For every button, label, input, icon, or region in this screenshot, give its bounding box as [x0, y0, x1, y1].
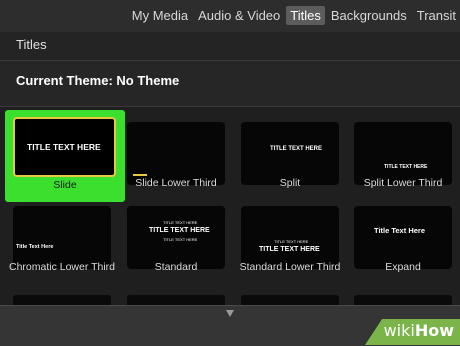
thumb-text: TITLE TEXT HERE	[384, 164, 428, 170]
thumb-subtext: TITLE TEXT HERE	[274, 239, 309, 244]
tile-caption: Split Lower Third	[363, 177, 443, 189]
tile-thumbnail: TITLE TEXT HERE	[354, 122, 452, 185]
tile-caption: Expand	[385, 261, 421, 273]
title-tile-partial[interactable]	[13, 295, 111, 305]
tab-audio-video[interactable]: Audio & Video	[194, 6, 284, 25]
library-tab-bar: My Media Audio & Video Titles Background…	[0, 0, 460, 32]
tab-titles[interactable]: Titles	[286, 6, 325, 25]
tab-my-media[interactable]: My Media	[128, 6, 192, 25]
thumb-text: Title Text Here	[374, 226, 425, 235]
section-title: Titles	[16, 37, 47, 52]
tile-caption: Standard	[154, 261, 198, 273]
title-tile-partial[interactable]	[354, 295, 452, 305]
tile-thumbnail	[127, 122, 225, 185]
tile-caption: Standard Lower Third	[239, 261, 341, 273]
thumb-subtext: TITLE TEXT HERE	[163, 237, 198, 242]
tile-caption: Chromatic Lower Third	[8, 261, 115, 273]
title-tile-partial[interactable]	[127, 295, 225, 305]
tile-caption: Split	[279, 177, 301, 189]
thumb-text: TITLE TEXT HERE	[27, 142, 101, 152]
lower-third-accent	[133, 174, 147, 176]
thumb-text: Title Text Here	[16, 244, 54, 250]
thumb-text: TITLE TEXT HERE	[149, 227, 210, 234]
tile-caption: Slide Lower Third	[135, 177, 217, 189]
tile-thumbnail: TITLE TEXT HERE TITLE TEXT HERE	[241, 206, 339, 269]
title-tile-slide[interactable]: TITLE TEXT HERE	[13, 117, 116, 177]
title-tile-partial[interactable]	[241, 295, 339, 305]
current-theme-label: Current Theme: No Theme	[16, 73, 180, 88]
playhead-icon[interactable]	[226, 310, 234, 317]
tab-list: My Media Audio & Video Titles Background…	[126, 6, 460, 25]
tab-backgrounds[interactable]: Backgrounds	[327, 6, 411, 25]
watermark-text: wikiHow	[383, 321, 454, 340]
thumb-subtext: TITLE TEXT HERE	[163, 220, 198, 225]
thumb-text: TITLE TEXT HERE	[259, 246, 320, 253]
thumb-text: TITLE TEXT HERE	[270, 146, 323, 152]
tile-thumbnail: TITLE TEXT HERE	[241, 122, 339, 185]
tab-transitions[interactable]: Transit	[413, 6, 460, 25]
tile-thumbnail: Title Text Here	[13, 206, 111, 269]
tile-caption: Slide	[53, 179, 77, 191]
tile-thumbnail: TITLE TEXT HERE TITLE TEXT HERE TITLE TE…	[127, 206, 225, 269]
tile-thumbnail: Title Text Here	[354, 206, 452, 269]
